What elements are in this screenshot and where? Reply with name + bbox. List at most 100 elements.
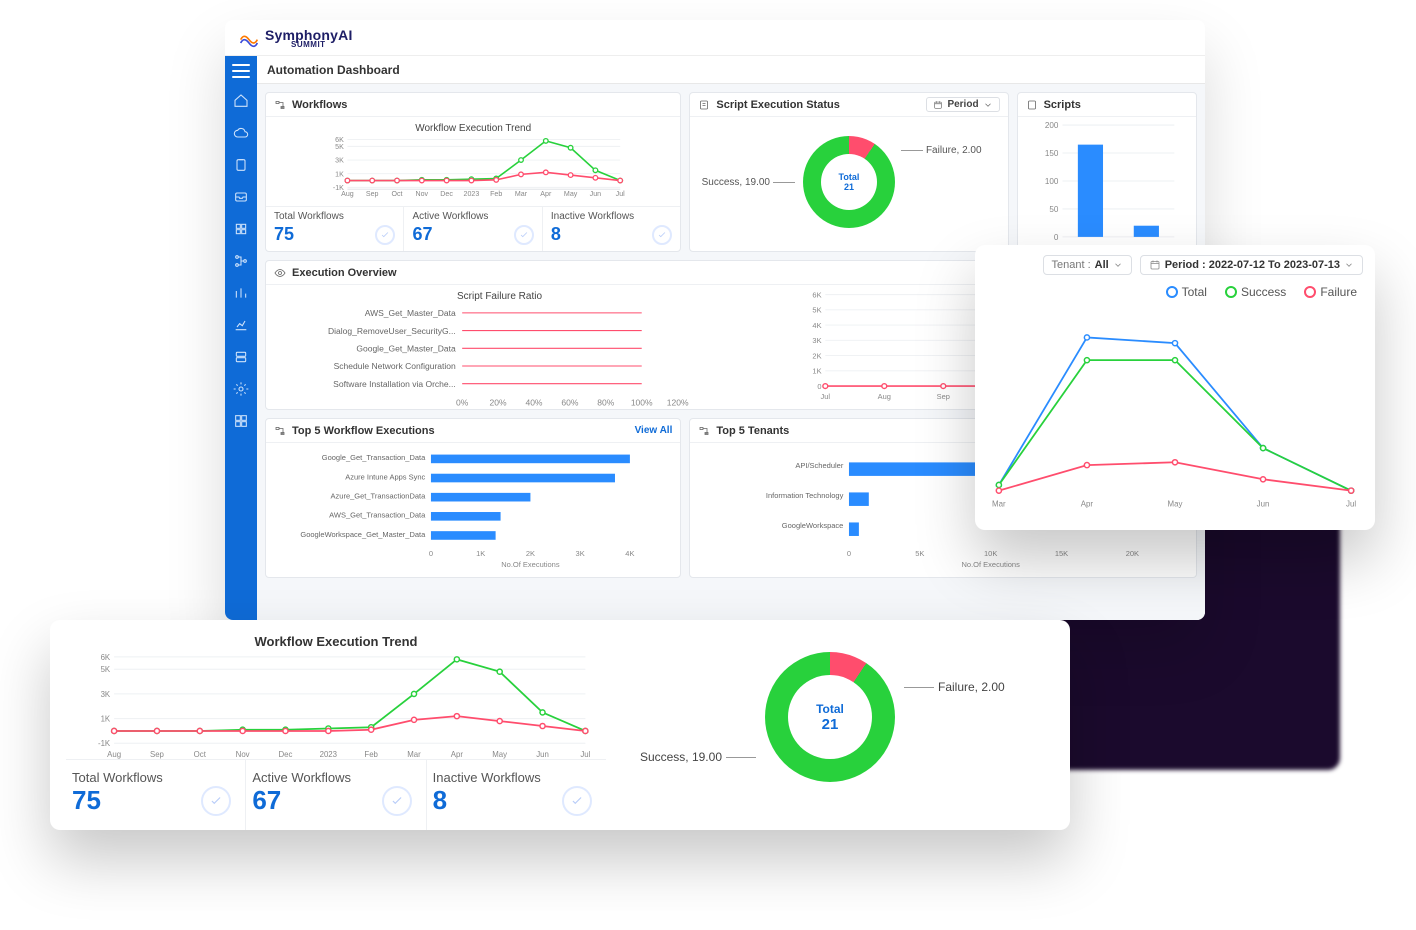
svg-text:0: 0: [847, 549, 851, 558]
menu-icon[interactable]: [232, 64, 250, 78]
cloud-icon[interactable]: [232, 124, 250, 142]
card-title: Execution Overview: [292, 267, 397, 279]
svg-text:Azure_Get_TransactionData: Azure_Get_TransactionData: [331, 492, 427, 501]
workflow-kpis-large: Total Workflows 75 Active Workflows 67 I…: [66, 759, 606, 830]
svg-text:0: 0: [817, 382, 821, 391]
tenant-value: All: [1095, 259, 1109, 271]
svg-text:2K: 2K: [526, 549, 535, 558]
kpi-label: Inactive Workflows: [433, 770, 600, 785]
donut-center-label: Total: [816, 702, 844, 716]
svg-text:20K: 20K: [1126, 549, 1139, 558]
period-dropdown[interactable]: Period : 2022-07-12 To 2023-07-13: [1140, 255, 1363, 275]
svg-text:2023: 2023: [464, 190, 480, 198]
check-icon: [562, 786, 592, 816]
svg-text:May: May: [564, 190, 578, 198]
svg-text:Oct: Oct: [194, 750, 207, 759]
workflow-popup: Workflow Execution Trend -1K1K3K5K6KAugS…: [50, 620, 1070, 830]
svg-text:4K: 4K: [812, 321, 821, 330]
period-dropdown[interactable]: Period: [926, 97, 999, 112]
scripts-bar-chart: 050100150200: [1026, 121, 1188, 243]
chevron-down-icon: [1113, 260, 1123, 270]
svg-text:API/Scheduler: API/Scheduler: [796, 461, 844, 470]
inbox-icon[interactable]: [232, 188, 250, 206]
svg-text:AWS_Get_Transaction_Data: AWS_Get_Transaction_Data: [329, 511, 426, 520]
success-label: Success, 19.00: [640, 750, 760, 764]
card-title: Script Execution Status: [716, 99, 839, 111]
card-title: Scripts: [1044, 99, 1081, 111]
view-all-link[interactable]: View All: [635, 425, 673, 436]
svg-text:Jul: Jul: [580, 750, 590, 759]
eye-icon: [274, 267, 286, 279]
donut-center-value: 21: [844, 182, 854, 192]
chevron-down-icon: [983, 100, 993, 110]
svg-text:Apr: Apr: [540, 190, 552, 198]
calendar-icon: [933, 100, 943, 110]
svg-text:Nov: Nov: [236, 750, 250, 759]
svg-text:100: 100: [1044, 177, 1058, 186]
clipboard-icon[interactable]: [232, 156, 250, 174]
sidebar: [225, 56, 257, 620]
svg-text:Schedule Network Configuration: Schedule Network Configuration: [334, 361, 456, 371]
bar-icon[interactable]: [232, 284, 250, 302]
svg-text:5K: 5K: [812, 306, 821, 315]
svg-text:Aug: Aug: [878, 392, 891, 401]
donut-center-value: 21: [822, 716, 839, 733]
svg-text:No.Of Executions: No.Of Executions: [501, 560, 560, 569]
svg-text:Dec: Dec: [279, 750, 293, 759]
tenant-dropdown[interactable]: Tenant : All: [1043, 255, 1132, 275]
svg-text:Software Installation via Orch: Software Installation via Orche...: [333, 379, 456, 389]
svg-text:Jun: Jun: [590, 190, 601, 198]
card-title: Top 5 Tenants: [716, 425, 789, 437]
svg-text:Jun: Jun: [1257, 499, 1270, 508]
svg-text:3K: 3K: [576, 549, 585, 558]
legend-failure: Failure: [1304, 285, 1357, 299]
stack-icon[interactable]: [232, 220, 250, 238]
kpi-label: Inactive Workflows: [551, 211, 672, 222]
svg-text:1K: 1K: [101, 715, 111, 724]
server-icon[interactable]: [232, 348, 250, 366]
home-icon[interactable]: [232, 92, 250, 110]
svg-text:Sep: Sep: [937, 392, 950, 401]
svg-text:60%: 60%: [561, 397, 578, 407]
svg-text:40%: 40%: [525, 397, 542, 407]
status-donut-large: Total 21: [765, 652, 895, 782]
scripts-card: Scripts 050100150200: [1017, 92, 1197, 252]
svg-text:3K: 3K: [101, 690, 111, 699]
workflows-card: Workflows Workflow Execution Trend -1K1K…: [265, 92, 681, 252]
top5-workflows-chart: Google_Get_Transaction_DataAzure Intune …: [274, 447, 672, 569]
kpi-label: Active Workflows: [412, 211, 533, 222]
svg-text:Mar: Mar: [407, 750, 421, 759]
filter-bar: Tenant : All Period : 2022-07-12 To 2023…: [987, 255, 1363, 275]
kpi-label: Active Workflows: [252, 770, 419, 785]
svg-text:0%: 0%: [456, 397, 469, 407]
kpi-active-workflows: Active Workflows 67: [404, 207, 542, 251]
card-title: Top 5 Workflow Executions: [292, 425, 435, 437]
status-card: Script Execution Status Period Total: [689, 92, 1008, 252]
chart-icon[interactable]: [232, 316, 250, 334]
scripts-icon: [1026, 99, 1038, 111]
svg-text:Dec: Dec: [440, 190, 453, 198]
grid-icon[interactable]: [232, 412, 250, 430]
svg-text:Jul: Jul: [616, 190, 625, 198]
status-donut: Total 21: [803, 136, 895, 228]
gear-icon[interactable]: [232, 380, 250, 398]
kpi-inactive-workflows: Inactive Workflows 8: [427, 760, 606, 830]
svg-text:Aug: Aug: [107, 750, 121, 759]
legend-success: Success: [1225, 285, 1286, 299]
kpi-inactive-workflows: Inactive Workflows 8: [543, 207, 680, 251]
svg-text:6K: 6K: [101, 653, 111, 662]
svg-text:Feb: Feb: [490, 190, 502, 198]
svg-text:5K: 5K: [335, 143, 344, 151]
svg-text:Mar: Mar: [992, 499, 1006, 508]
kpi-total-workflows: Total Workflows 75: [266, 207, 404, 251]
svg-text:-1K: -1K: [98, 739, 111, 748]
svg-text:5K: 5K: [101, 665, 111, 674]
hierarchy-icon[interactable]: [232, 252, 250, 270]
svg-text:2023: 2023: [320, 750, 338, 759]
svg-text:80%: 80%: [597, 397, 614, 407]
svg-text:3K: 3K: [812, 336, 821, 345]
failure-label: Failure, 2.00: [901, 145, 982, 156]
svg-text:4K: 4K: [625, 549, 634, 558]
svg-text:AWS_Get_Master_Data: AWS_Get_Master_Data: [365, 308, 456, 318]
kpi-total-workflows: Total Workflows 75: [66, 760, 246, 830]
